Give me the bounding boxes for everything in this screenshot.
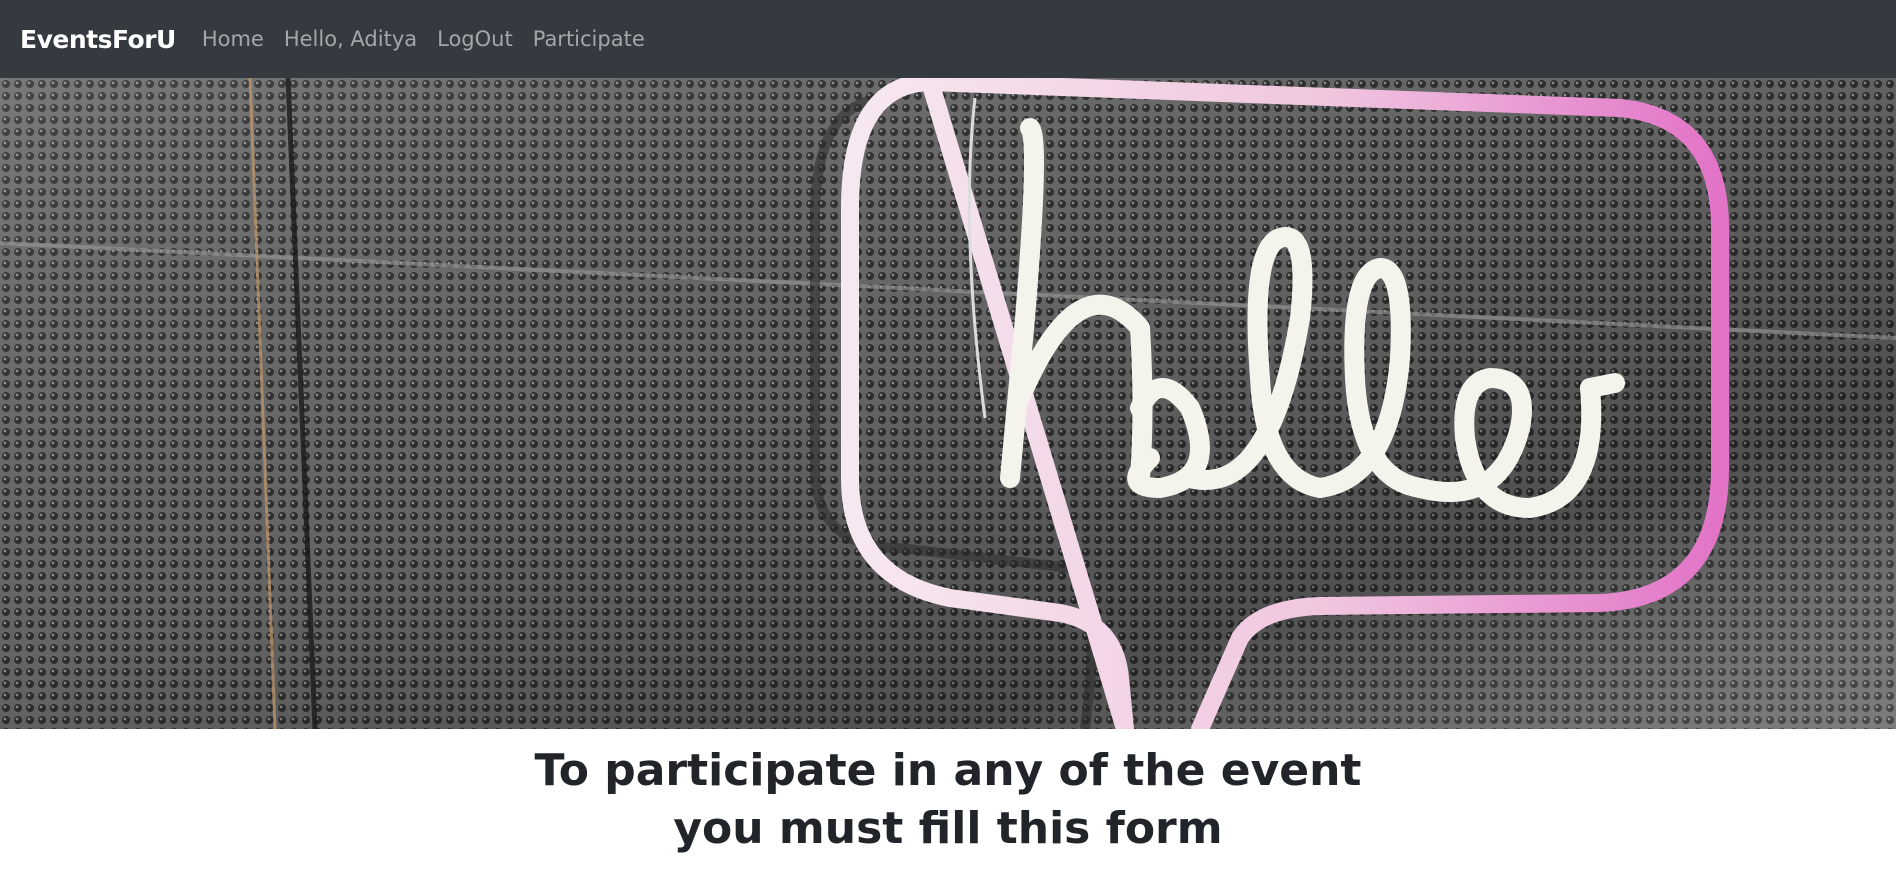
page-heading: To participate in any of the event you m… xyxy=(0,742,1896,858)
hero-illustration xyxy=(0,78,1896,729)
nav-link-home[interactable]: Home xyxy=(202,27,264,51)
brand-logo-link[interactable]: EventsForU xyxy=(20,25,176,54)
nav-links: Home Hello, Aditya LogOut Participate xyxy=(202,27,665,51)
nav-link-participate[interactable]: Participate xyxy=(533,27,645,51)
top-navbar: EventsForU Home Hello, Aditya LogOut Par… xyxy=(0,0,1896,78)
page-heading-line1: To participate in any of the event xyxy=(534,745,1362,796)
nav-link-logout[interactable]: LogOut xyxy=(437,27,513,51)
page-heading-line2: you must fill this form xyxy=(673,803,1223,854)
hero-image-hello-neon-sign xyxy=(0,78,1896,729)
nav-link-user-greeting[interactable]: Hello, Aditya xyxy=(284,27,417,51)
